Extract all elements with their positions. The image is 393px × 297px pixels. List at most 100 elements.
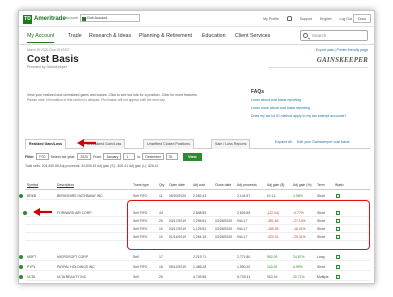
faq-link[interactable]: Does my tax lot ID method apply to my ta… (251, 114, 361, 118)
cell-gain: 983.46 (267, 275, 278, 279)
screenshot-background: TD Ameritrade Account Club Account My Pr… (0, 0, 393, 297)
cell-cost: 2,219.71 (193, 255, 207, 259)
cell-type: Sell (133, 255, 139, 259)
edit-cost-basis-link[interactable]: Edit your Gainskeeper cost basis (297, 140, 350, 144)
expand-lot-icon[interactable] (23, 211, 27, 215)
expand-lot-icon[interactable] (19, 275, 23, 279)
from-day-select[interactable]: 1 (123, 153, 136, 160)
expand-all-link[interactable]: Expand All (275, 140, 292, 144)
tab-research[interactable]: Research & Ideas (89, 33, 131, 39)
filter-bar: Filter YTD Select tax year: 2020 From Ja… (25, 152, 202, 161)
top-links: My Profile Support English Log Out (263, 16, 352, 21)
tab-reports[interactable]: Sale / Loss Reports (211, 139, 251, 149)
support-link[interactable]: Support (300, 16, 312, 21)
col-wash: Wash (335, 183, 344, 187)
my-profile-link[interactable]: My Profile (263, 16, 279, 21)
cell-gain: 62.14 (267, 194, 276, 198)
cell-symbol: MSFT (27, 255, 37, 259)
docs-button[interactable]: Docs (353, 14, 371, 23)
cell-gain: 103.92 (267, 265, 278, 269)
bell-icon[interactable] (286, 16, 292, 21)
expand-lot-icon[interactable] (19, 255, 23, 259)
account-date-line: March 20 2020 Club Of #7407 (27, 48, 70, 52)
brand-logo[interactable]: TD Ameritrade (23, 14, 66, 24)
divider (268, 67, 368, 68)
cell-cost: 2,082.43 (193, 194, 207, 198)
account-value: Club Account (86, 16, 108, 20)
account-select[interactable]: Club Account (79, 14, 140, 22)
note-text: Please note: Information in this section… (27, 98, 166, 102)
expand-lot-icon[interactable] (19, 194, 23, 198)
page-subtitle: Provided by GainsKeeper (27, 65, 67, 69)
col-description[interactable]: Description (57, 183, 74, 187)
top-bar: TD Ameritrade Account Club Account My Pr… (19, 11, 374, 27)
col-term: Term (317, 183, 325, 187)
table-row: BRKB BERKSHIRE HATHAWAY INC Sell FIFO 11 05/… (19, 191, 370, 200)
cell-type: Sell (133, 275, 139, 279)
filter-label: Filter (25, 154, 34, 159)
cell-pct: 2.98% (293, 194, 303, 198)
cell-desc: FORWARD AIR CORP (57, 211, 92, 215)
cell-symbol: ULTA (27, 275, 36, 279)
export-links[interactable]: Export data | Printer-friendly page (316, 48, 368, 52)
col-open-date: Open date (169, 183, 185, 187)
tab-trade[interactable]: Trade (68, 33, 82, 39)
tab-client-services[interactable]: Client Services (235, 33, 270, 39)
year-select[interactable]: 2020 (77, 153, 91, 160)
account-selector-group: Account Club Account (65, 14, 140, 22)
period-select[interactable]: YTD (35, 153, 49, 160)
faq-title: FAQs (251, 89, 265, 95)
cell-qty: 16 (159, 265, 163, 269)
account-icon (81, 16, 86, 21)
cell-desc: ULTA BEAUTY INC (57, 275, 87, 279)
cell-type: Sell FIFO (133, 194, 148, 198)
account-label: Account (65, 16, 78, 20)
from-label: From (92, 154, 102, 159)
cell-gain: 552.09 (267, 255, 278, 259)
tab-unsettled[interactable]: Unsettled Closed Positions (143, 139, 194, 149)
tab-education[interactable]: Education (202, 33, 226, 39)
col-adj-cost: Adj cost (193, 183, 206, 187)
arrow-to-tab-icon (77, 139, 96, 147)
language-link[interactable]: English (320, 16, 331, 21)
page-title: Cost Basis (27, 54, 79, 65)
wash-sale-checkbox[interactable] (336, 275, 340, 279)
tab-realized[interactable]: Realized Gain/Loss (25, 139, 66, 149)
from-month-select[interactable]: January (103, 153, 122, 160)
faq-link[interactable]: Learn about cost basis reporting (251, 98, 361, 102)
to-day-select[interactable]: 31 (166, 153, 179, 160)
cell-symbol: BRKB (27, 194, 37, 198)
to-month-select[interactable]: December (142, 153, 165, 160)
cell-pct: 6.99% (293, 265, 303, 269)
tab-planning[interactable]: Planning & Retirement (139, 33, 192, 39)
col-symbol[interactable]: Symbol (27, 183, 38, 187)
search-placeholder: Search (312, 33, 327, 38)
browser-frame: TD Ameritrade Account Club Account My Pr… (18, 10, 375, 284)
cell-term: Short (317, 265, 326, 269)
logout-link[interactable]: Log Out (340, 16, 352, 21)
col-qty: Qty (159, 183, 165, 187)
tax-year-label: Select tax year: (50, 154, 76, 159)
cell-proceeds: 2,144.57 (237, 194, 251, 198)
col-trans-type: Trans type (133, 183, 149, 187)
cell-pct: 20.71% (293, 275, 305, 279)
search-icon (303, 33, 308, 38)
view-button[interactable]: View (183, 152, 202, 161)
cell-qty: 17 (159, 255, 163, 259)
tab-my-account[interactable]: My Account (27, 33, 55, 43)
col-adj-gain: Adj gain ($) (267, 183, 285, 187)
highlight-box (127, 200, 370, 250)
search-input[interactable]: Search (300, 30, 368, 41)
wash-sale-checkbox[interactable] (336, 255, 340, 259)
expand-lot-icon[interactable] (19, 265, 23, 269)
arrow-to-row-icon (33, 208, 52, 216)
col-adj-gain-pct: Adj gain (%) (293, 183, 312, 187)
col-close-date: Close date (215, 183, 232, 187)
wash-sale-checkbox[interactable] (336, 194, 340, 198)
wash-sale-checkbox[interactable] (336, 265, 340, 269)
totals-line: Total sells: 204,605.86 Adj proceeds: 34… (25, 164, 159, 168)
faq-link[interactable]: Learn more about cost basis reporting (251, 106, 361, 110)
cell-open: 05/12/2019 (169, 265, 186, 269)
cell-desc: PAYPAL HOLDINGS INC (57, 265, 95, 269)
table-row: ULTA ULTA BEAUTY INC Sell 20 4,749.85 5,733.3… (19, 272, 370, 281)
